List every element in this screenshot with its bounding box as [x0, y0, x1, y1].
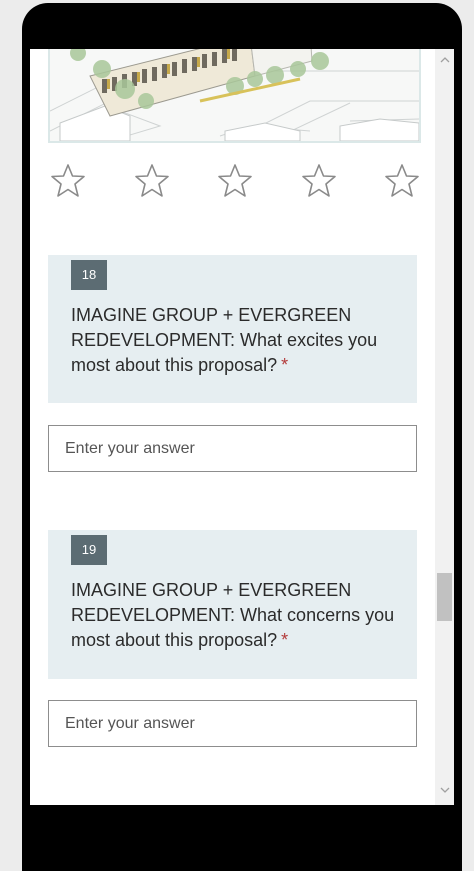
question-text: IMAGINE GROUP + EVERGREEN REDEVELOPMENT:…	[71, 305, 378, 375]
star-icon[interactable]	[301, 163, 337, 199]
proposal-rendering-image	[48, 49, 421, 143]
star-icon[interactable]	[384, 163, 420, 199]
chevron-down-icon[interactable]	[435, 783, 454, 801]
building-illustration	[50, 49, 419, 141]
required-marker: *	[281, 630, 289, 650]
scrollbar-thumb[interactable]	[437, 573, 452, 621]
chevron-up-icon[interactable]	[435, 53, 454, 71]
question-text: IMAGINE GROUP + EVERGREEN REDEVELOPMENT:…	[71, 580, 395, 650]
star-icon[interactable]	[50, 163, 86, 199]
phone-frame: 18 IMAGINE GROUP + EVERGREEN REDEVELOPME…	[22, 3, 462, 871]
question-title: IMAGINE GROUP + EVERGREEN REDEVELOPMENT:…	[71, 578, 401, 653]
question-18-card: 18 IMAGINE GROUP + EVERGREEN REDEVELOPME…	[48, 255, 417, 403]
required-marker: *	[281, 355, 289, 375]
form-content: 18 IMAGINE GROUP + EVERGREEN REDEVELOPME…	[30, 49, 435, 805]
question-number-badge: 19	[71, 535, 107, 565]
question-title: IMAGINE GROUP + EVERGREEN REDEVELOPMENT:…	[71, 303, 401, 378]
vertical-scrollbar[interactable]	[435, 49, 454, 805]
star-icon[interactable]	[134, 163, 170, 199]
question-19-card: 19 IMAGINE GROUP + EVERGREEN REDEVELOPME…	[48, 530, 417, 679]
form-screen: 18 IMAGINE GROUP + EVERGREEN REDEVELOPME…	[30, 49, 454, 805]
question-number-badge: 18	[71, 260, 107, 290]
question-18-answer-input[interactable]	[48, 425, 417, 472]
question-19-answer-input[interactable]	[48, 700, 417, 747]
star-icon[interactable]	[217, 163, 253, 199]
star-rating	[50, 159, 420, 203]
